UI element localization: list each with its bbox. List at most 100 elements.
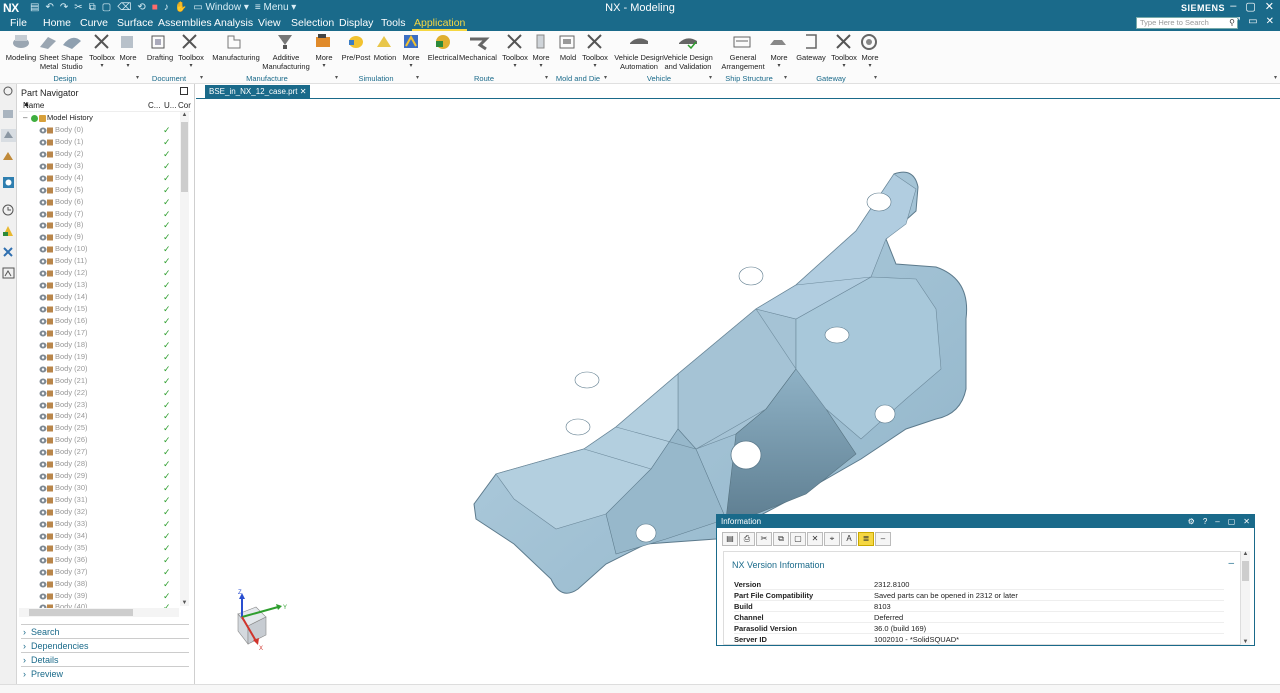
- tree-row-body[interactable]: Body (38) ✓: [19, 578, 179, 590]
- body-visibility-icon[interactable]: [39, 557, 53, 564]
- tree-row-body[interactable]: Body (14) ✓: [19, 291, 179, 303]
- group-simulation-dropdown[interactable]: ▾: [416, 74, 419, 81]
- gateway-more-button[interactable]: More ▾: [857, 53, 883, 71]
- group-mold-dropdown[interactable]: ▾: [604, 74, 607, 81]
- tree-row-body[interactable]: Body (21) ✓: [19, 375, 179, 387]
- modeling-button[interactable]: Modeling: [4, 53, 38, 62]
- body-visibility-icon[interactable]: [39, 330, 53, 337]
- tree-row-body[interactable]: Body (13) ✓: [19, 279, 179, 291]
- format-icon[interactable]: ≣: [858, 532, 874, 546]
- tree-row-body[interactable]: Body (4) ✓: [19, 172, 179, 184]
- information-scrollbar[interactable]: ▲ ▼: [1241, 551, 1250, 645]
- body-visibility-icon[interactable]: [39, 449, 53, 456]
- group-gateway-dropdown[interactable]: ▾: [874, 74, 877, 81]
- electrical-button[interactable]: Electrical: [426, 53, 460, 62]
- tree-row-body[interactable]: Body (26) ✓: [19, 434, 179, 446]
- body-visibility-icon[interactable]: [39, 127, 53, 134]
- body-visibility-icon[interactable]: [39, 354, 53, 361]
- design-more-button[interactable]: More ▾: [116, 53, 140, 71]
- tree-row-body[interactable]: Body (24) ✓: [19, 410, 179, 422]
- tree-row-body[interactable]: Body (10) ✓: [19, 243, 179, 255]
- body-visibility-icon[interactable]: [39, 437, 53, 444]
- tree-row-body[interactable]: Body (20) ✓: [19, 363, 179, 375]
- group-manufacture-dropdown[interactable]: ▾: [335, 74, 338, 81]
- find-icon[interactable]: ⌖: [824, 532, 840, 546]
- vehicle-design-validation-button[interactable]: Vehicle Design and Validation: [662, 53, 714, 71]
- tree-row-body[interactable]: Body (17) ✓: [19, 327, 179, 339]
- ship-more-button[interactable]: More ▾: [766, 53, 792, 71]
- design-toolbox-button[interactable]: Toolbox ▾: [88, 53, 116, 71]
- tab-display[interactable]: Display: [339, 17, 373, 29]
- body-visibility-icon[interactable]: [39, 485, 53, 492]
- scroll-up-icon[interactable]: ▲: [1241, 551, 1250, 557]
- model-history-node[interactable]: – Model History: [19, 112, 179, 124]
- mechanical-button[interactable]: Mechanical: [459, 53, 497, 62]
- additive-manufacturing-button[interactable]: Additive Manufacturing: [260, 53, 312, 71]
- body-visibility-icon[interactable]: [39, 175, 53, 182]
- body-visibility-icon[interactable]: [39, 402, 53, 409]
- body-visibility-icon[interactable]: [39, 222, 53, 229]
- scroll-thumb[interactable]: [181, 122, 188, 192]
- gateway-toolbox-button[interactable]: Toolbox ▾: [829, 53, 859, 71]
- body-visibility-icon[interactable]: [39, 545, 53, 552]
- body-visibility-icon[interactable]: [39, 509, 53, 516]
- ribbon-options-dropdown[interactable]: ▾: [1274, 74, 1277, 81]
- body-visibility-icon[interactable]: [39, 461, 53, 468]
- mold-button[interactable]: Mold: [555, 53, 581, 62]
- body-visibility-icon[interactable]: [39, 497, 53, 504]
- mold-toolbox-button[interactable]: Toolbox ▾: [580, 53, 610, 71]
- tree-row-body[interactable]: Body (11) ✓: [19, 255, 179, 267]
- document-tab[interactable]: BSE_in_NX_12_case.prt ✕: [205, 85, 311, 98]
- tree-row-body[interactable]: Body (30) ✓: [19, 482, 179, 494]
- info-close-button[interactable]: ✕: [1243, 515, 1250, 528]
- tree-row-body[interactable]: Body (32) ✓: [19, 506, 179, 518]
- tree-row-body[interactable]: Body (39) ✓: [19, 590, 179, 602]
- tab-selection[interactable]: Selection: [291, 17, 334, 29]
- body-visibility-icon[interactable]: [39, 270, 53, 277]
- minimize-button[interactable]: –: [1230, 0, 1236, 13]
- tree-row-body[interactable]: Body (16) ✓: [19, 315, 179, 327]
- tree-row-body[interactable]: Body (12) ✓: [19, 267, 179, 279]
- manufacture-more-button[interactable]: More ▾: [311, 53, 337, 71]
- tree-row-body[interactable]: Body (37) ✓: [19, 566, 179, 578]
- tab-assemblies[interactable]: Assemblies: [158, 17, 212, 29]
- pre-post-button[interactable]: Pre/Post: [341, 53, 371, 62]
- tree-row-body[interactable]: Body (31) ✓: [19, 494, 179, 506]
- simulation-more-button[interactable]: More ▾: [398, 53, 424, 71]
- ribbon-close-icon[interactable]: ✕: [1266, 16, 1274, 27]
- manufacturing-button[interactable]: Manufacturing: [210, 53, 262, 62]
- tree-row-body[interactable]: Body (27) ✓: [19, 446, 179, 458]
- help-icon[interactable]: ?: [1203, 515, 1207, 528]
- cut-icon[interactable]: ✂: [756, 532, 772, 546]
- body-visibility-icon[interactable]: [39, 151, 53, 158]
- save-as-icon[interactable]: ▤: [722, 532, 738, 546]
- body-visibility-icon[interactable]: [39, 139, 53, 146]
- tree-row-body[interactable]: Body (0) ✓: [19, 124, 179, 136]
- tree-row-body[interactable]: Body (1) ✓: [19, 136, 179, 148]
- view-triad[interactable]: Z Y X: [226, 589, 296, 654]
- body-visibility-icon[interactable]: [39, 294, 53, 301]
- paste-icon[interactable]: ▢: [790, 532, 806, 546]
- shape-studio-button[interactable]: Shape Studio: [60, 53, 84, 71]
- body-visibility-icon[interactable]: [39, 187, 53, 194]
- column-u[interactable]: U...: [164, 101, 176, 110]
- command-search-input[interactable]: Type Here to Search ⚲: [1136, 17, 1238, 29]
- tree-row-body[interactable]: Body (36) ✓: [19, 554, 179, 566]
- body-visibility-icon[interactable]: [39, 593, 53, 600]
- tree-row-body[interactable]: Body (33) ✓: [19, 518, 179, 530]
- font-icon[interactable]: A: [841, 532, 857, 546]
- document-toolbox-button[interactable]: Toolbox ▾: [176, 53, 206, 71]
- navigator-horizontal-scrollbar[interactable]: [19, 608, 179, 617]
- body-visibility-icon[interactable]: [39, 163, 53, 170]
- maximize-panel-icon[interactable]: [180, 87, 188, 95]
- body-visibility-icon[interactable]: [39, 282, 53, 289]
- group-document-dropdown[interactable]: ▾: [200, 74, 203, 81]
- tree-row-body[interactable]: Body (29) ✓: [19, 470, 179, 482]
- tab-analysis[interactable]: Analysis: [214, 17, 253, 29]
- group-ship-dropdown[interactable]: ▾: [784, 74, 787, 81]
- tab-tools[interactable]: Tools: [381, 17, 406, 29]
- body-visibility-icon[interactable]: [39, 246, 53, 253]
- tab-surface[interactable]: Surface: [117, 17, 153, 29]
- body-visibility-icon[interactable]: [39, 569, 53, 576]
- scroll-thumb[interactable]: [1242, 561, 1249, 581]
